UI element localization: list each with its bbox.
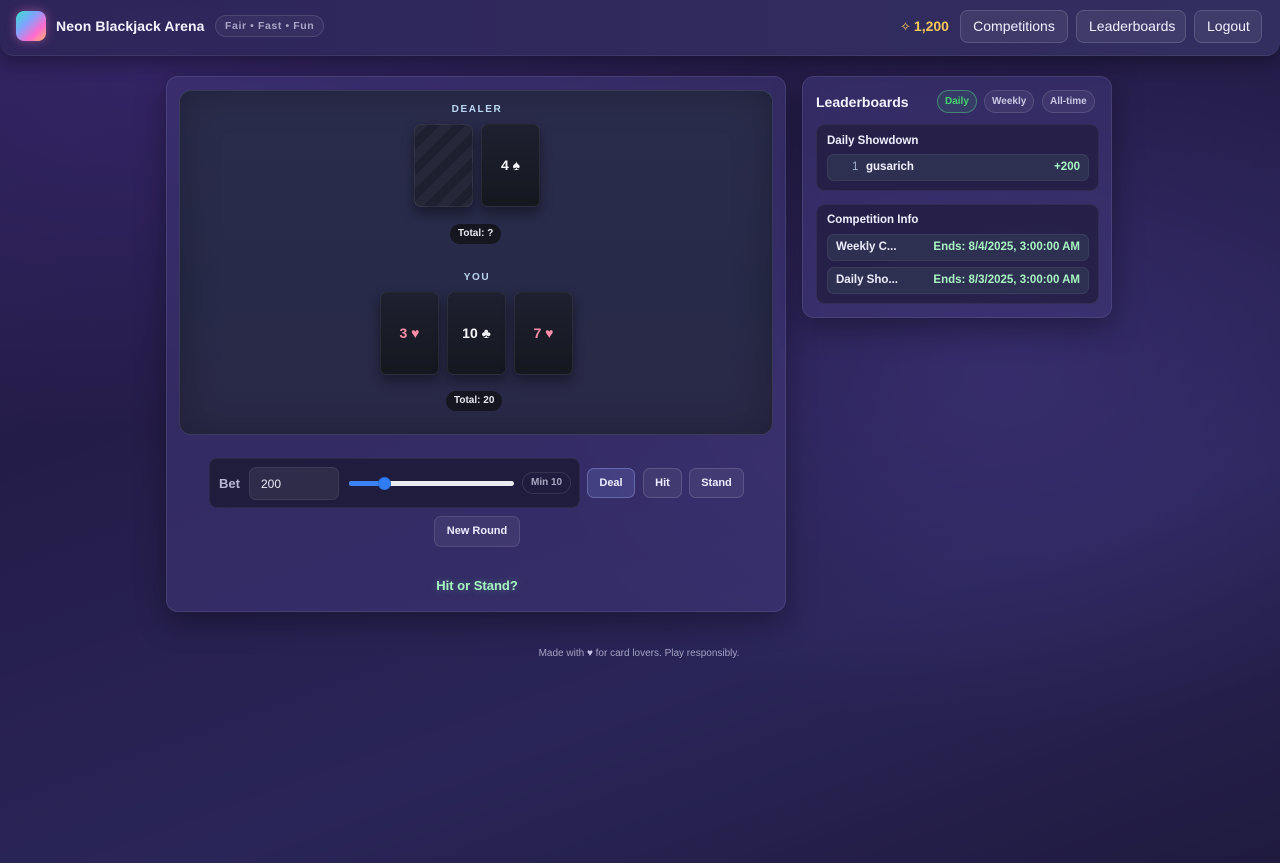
player-card: 10 ♣ (447, 292, 506, 375)
competition-end-date: Ends: 8/3/2025, 3:00:00 AM (933, 274, 1080, 286)
app-title: Neon Blackjack Arena (56, 18, 205, 34)
footer-text-end: for card lovers. Play responsibly. (595, 648, 740, 659)
competition-info-title: Competition Info (827, 214, 919, 226)
sparkle-icon: ✧ (900, 19, 911, 34)
player-label: YOU (463, 272, 491, 283)
footer-text-start: Made with (538, 648, 585, 659)
dealer-total: Total: ? (450, 224, 502, 244)
leaderboard-title: Leaderboards (816, 94, 909, 110)
rank-number: 1 (852, 161, 859, 173)
tab-daily[interactable]: Daily (937, 90, 977, 113)
competition-end-date: Ends: 8/4/2025, 3:00:00 AM (933, 241, 1080, 253)
tagline-badge: Fair • Fast • Fun (215, 15, 325, 37)
top-bar: Neon Blackjack Arena Fair • Fast • Fun ✧… (0, 0, 1280, 56)
deal-button[interactable]: Deal (587, 468, 635, 498)
logout-button[interactable]: Logout (1194, 10, 1262, 43)
bet-controls: Bet Min 10 (209, 458, 580, 508)
player-name: gusarich (866, 161, 914, 173)
dealer-label: DEALER (451, 104, 503, 115)
player-card: 3 ♥ (380, 292, 439, 375)
competition-info-card: Competition Info Weekly C... Ends: 8/4/2… (816, 204, 1099, 304)
leaderboard-board-title: Daily Showdown (827, 135, 919, 147)
competition-name: Daily Sho... (836, 274, 898, 286)
game-status-message: Hit or Stand? (436, 578, 518, 593)
hit-button[interactable]: Hit (643, 468, 682, 498)
bet-label: Bet (219, 476, 240, 491)
bet-slider-thumb[interactable] (377, 477, 391, 490)
bet-slider[interactable] (349, 477, 514, 490)
card-table: DEALER 4 ♠ Total: ? YOU 3 ♥ 10 ♣ 7 ♥ Tot… (179, 90, 773, 435)
stand-button[interactable]: Stand (689, 468, 744, 498)
player-total: Total: 20 (446, 391, 503, 411)
heart-icon: ♥ (586, 648, 593, 659)
leaderboard-panel: Leaderboards Daily Weekly All-time Daily… (802, 76, 1112, 318)
leaderboards-button[interactable]: Leaderboards (1076, 10, 1186, 43)
player-card: 7 ♥ (514, 292, 573, 375)
competition-name: Weekly C... (836, 241, 897, 253)
new-round-button[interactable]: New Round (434, 516, 520, 547)
footer-text: Made with ♥ for card lovers. Play respon… (0, 648, 1278, 659)
leaderboard-row: 1 gusarich +200 (827, 154, 1089, 181)
tab-all-time[interactable]: All-time (1042, 90, 1095, 113)
competition-row[interactable]: Daily Sho... Ends: 8/3/2025, 3:00:00 AM (827, 267, 1089, 294)
bet-amount-input[interactable] (249, 467, 339, 500)
player-score: +200 (1054, 161, 1080, 173)
app-logo-icon (16, 11, 46, 41)
dealer-card: 4 ♠ (481, 124, 540, 207)
daily-leaderboard-card: Daily Showdown 1 gusarich +200 (816, 124, 1099, 191)
game-panel: DEALER 4 ♠ Total: ? YOU 3 ♥ 10 ♣ 7 ♥ Tot… (166, 76, 786, 612)
min-bet-badge: Min 10 (522, 472, 572, 494)
competitions-button[interactable]: Competitions (960, 10, 1068, 43)
tab-weekly[interactable]: Weekly (984, 90, 1035, 113)
dealer-hidden-card (414, 124, 473, 207)
coin-balance: ✧ 1,200 (900, 18, 949, 35)
coin-amount: 1,200 (913, 18, 949, 34)
competition-row[interactable]: Weekly C... Ends: 8/4/2025, 3:00:00 AM (827, 234, 1089, 261)
